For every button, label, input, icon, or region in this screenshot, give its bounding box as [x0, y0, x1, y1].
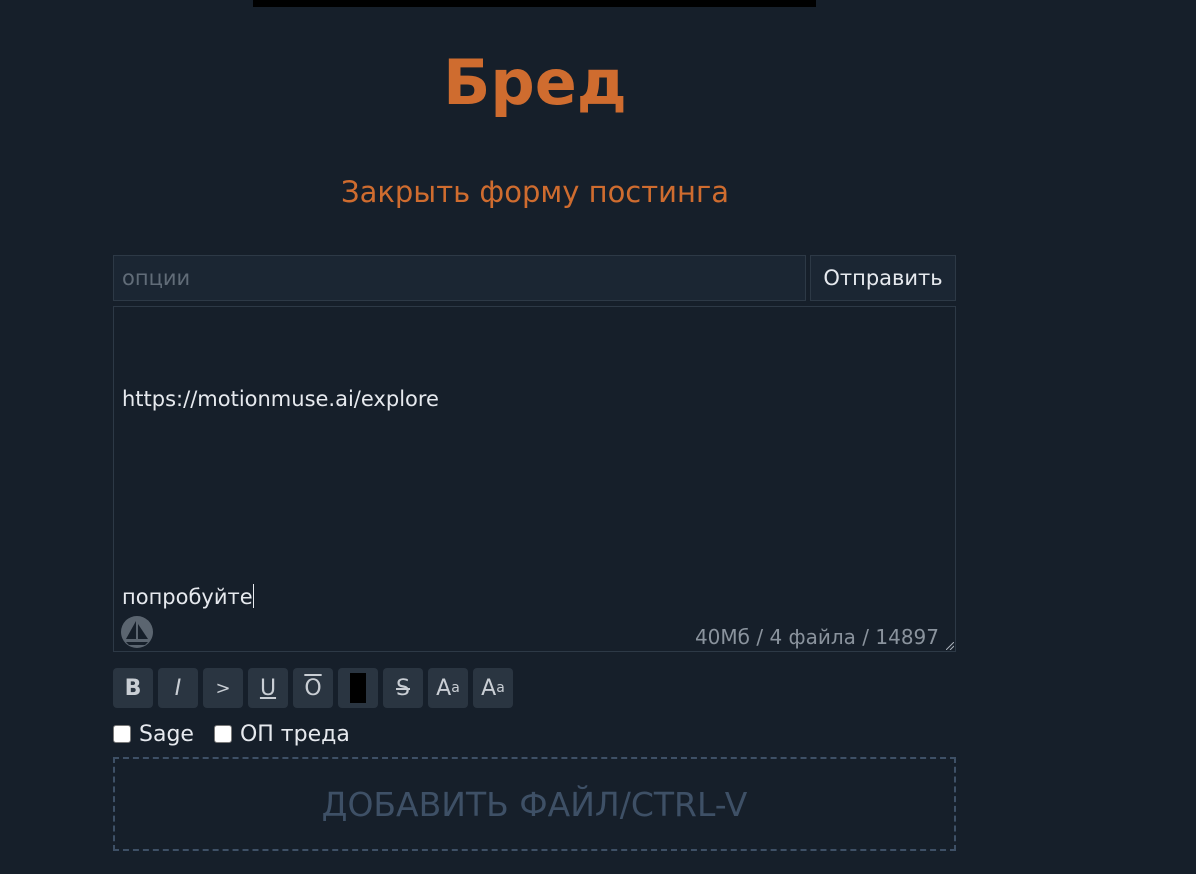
subscript-base: A	[481, 675, 497, 701]
sail-icon[interactable]	[120, 615, 154, 649]
markup-toolbar: B I > U O S Aa Aa	[113, 668, 513, 708]
quote-button[interactable]: >	[203, 668, 243, 708]
underline-button[interactable]: U	[248, 668, 288, 708]
sage-checkbox[interactable]	[113, 725, 131, 743]
bold-button[interactable]: B	[113, 668, 153, 708]
spoiler-icon	[350, 673, 366, 703]
spoiler-button[interactable]	[338, 668, 378, 708]
strikethrough-button[interactable]: S	[383, 668, 423, 708]
message-line	[122, 482, 439, 515]
op-label: ОП треда	[239, 721, 350, 747]
overline-button[interactable]: O	[293, 668, 333, 708]
italic-button[interactable]: I	[158, 668, 198, 708]
close-posting-form-link[interactable]: Закрыть форму постинга	[0, 174, 1070, 210]
upload-limits: 40Мб / 4 файла / 14897	[694, 625, 939, 649]
message-line: https://motionmuse.ai/explore	[122, 387, 439, 411]
op-option[interactable]: ОП треда	[213, 721, 350, 747]
top-banner-image	[253, 0, 816, 7]
message-text: https://motionmuse.ai/explore попробуйте	[122, 317, 439, 680]
message-textarea[interactable]: https://motionmuse.ai/explore попробуйте…	[113, 306, 956, 652]
message-line-text: попробуйте	[122, 585, 253, 609]
superscript-button[interactable]: Aa	[428, 668, 468, 708]
op-checkbox[interactable]	[213, 725, 232, 743]
superscript-base: A	[436, 675, 452, 701]
subscript-mark: a	[496, 680, 505, 696]
sage-label: Sage	[139, 721, 194, 747]
sage-option[interactable]: Sage	[113, 722, 194, 747]
text-caret	[252, 584, 254, 608]
resize-handle-icon[interactable]	[946, 642, 954, 650]
post-options-row: Sage ОП треда	[113, 719, 370, 749]
subscript-button[interactable]: Aa	[473, 668, 513, 708]
board-title[interactable]: Бред	[0, 46, 1070, 120]
options-input[interactable]	[113, 255, 806, 301]
superscript-mark: a	[451, 680, 460, 696]
submit-button[interactable]: Отправить	[810, 255, 956, 301]
message-line-last: попробуйте	[122, 581, 439, 614]
add-file-dropzone[interactable]: ДОБАВИТЬ ФАЙЛ/CTRL-V	[113, 757, 956, 851]
